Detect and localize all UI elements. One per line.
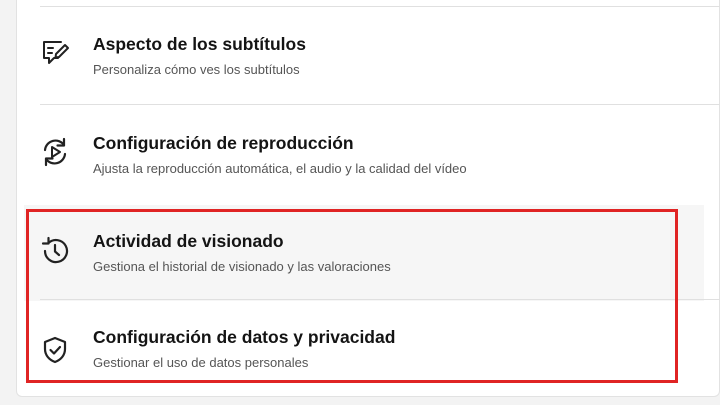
- settings-item-playback[interactable]: Configuración de reproducción Ajusta la …: [24, 105, 704, 201]
- page: Aspecto de los subtítulos Personaliza có…: [0, 0, 720, 405]
- settings-item-subtitle-appearance[interactable]: Aspecto de los subtítulos Personaliza có…: [24, 7, 704, 103]
- subtitle-edit-icon: [43, 41, 69, 64]
- settings-item-title: Configuración de reproducción: [93, 133, 354, 153]
- settings-item-title: Aspecto de los subtítulos: [93, 34, 306, 54]
- settings-item-data-privacy[interactable]: Configuración de datos y privacidad Gest…: [24, 300, 704, 396]
- playback-icon: [43, 137, 67, 167]
- settings-item-title: Actividad de visionado: [93, 231, 284, 251]
- settings-item-subtitle: Personaliza cómo ves los subtítulos: [93, 62, 300, 77]
- history-icon: [41, 236, 69, 264]
- settings-item-subtitle: Gestiona el historial de visionado y las…: [93, 259, 391, 274]
- settings-item-viewing-activity[interactable]: Actividad de visionado Gestiona el histo…: [24, 205, 704, 301]
- settings-item-title: Configuración de datos y privacidad: [93, 327, 396, 347]
- settings-item-subtitle: Ajusta la reproducción automática, el au…: [93, 161, 467, 176]
- shield-check-icon: [43, 336, 67, 364]
- settings-item-subtitle: Gestionar el uso de datos personales: [93, 355, 309, 370]
